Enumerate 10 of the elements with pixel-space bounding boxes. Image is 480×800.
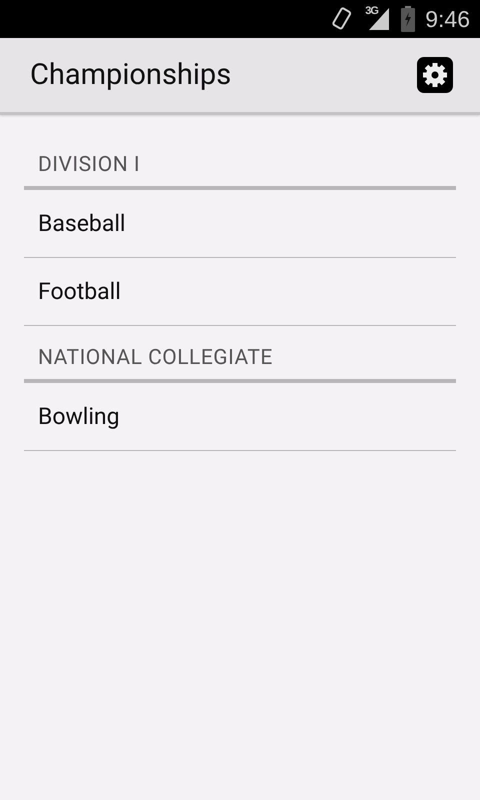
battery-icon [401, 6, 416, 32]
screen-title: Championships [30, 58, 232, 92]
network-type: 3G [365, 5, 378, 17]
list-item[interactable]: Bowling [24, 383, 456, 451]
clock-time: 9:46 [425, 6, 470, 32]
section-header: DIVISION I [24, 153, 456, 190]
section-header: NATIONAL COLLEGIATE [24, 346, 456, 383]
settings-icon[interactable] [417, 57, 453, 93]
list-item[interactable]: Football [24, 258, 456, 326]
list-item[interactable]: Baseball [24, 190, 456, 258]
